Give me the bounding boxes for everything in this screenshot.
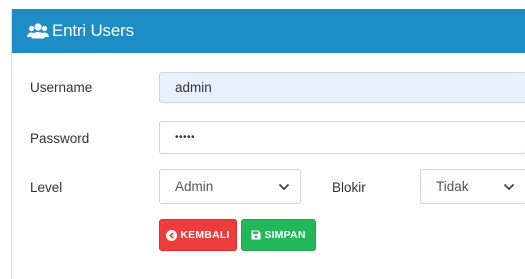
password-value: ••••• (175, 132, 196, 143)
panel-header: Entri Users (12, 9, 525, 53)
save-button[interactable]: SIMPAN (241, 219, 316, 251)
entry-users-panel: Entri Users Username admin Password ••••… (11, 9, 525, 279)
back-button[interactable]: KEMBALI (159, 219, 237, 251)
username-label: Username (30, 80, 93, 95)
chevron-down-icon (278, 183, 290, 190)
users-icon (27, 23, 49, 39)
password-label: Password (30, 131, 90, 146)
chevron-down-icon (503, 183, 515, 190)
blokir-selected-value: Tidak (436, 179, 469, 194)
save-icon (251, 230, 261, 240)
page-title: Entri Users (52, 21, 134, 40)
username-value: admin (175, 80, 212, 95)
blokir-label: Blokir (332, 180, 366, 195)
password-field[interactable]: ••••• (159, 121, 525, 154)
level-label: Level (30, 180, 63, 195)
save-button-label: SIMPAN (264, 229, 306, 241)
blokir-select[interactable]: Tidak (420, 169, 525, 204)
level-select[interactable]: Admin (159, 169, 301, 204)
level-selected-value: Admin (175, 179, 214, 194)
arrow-left-circle-icon (166, 229, 178, 241)
back-button-label: KEMBALI (180, 229, 230, 241)
username-field[interactable]: admin (159, 72, 525, 103)
